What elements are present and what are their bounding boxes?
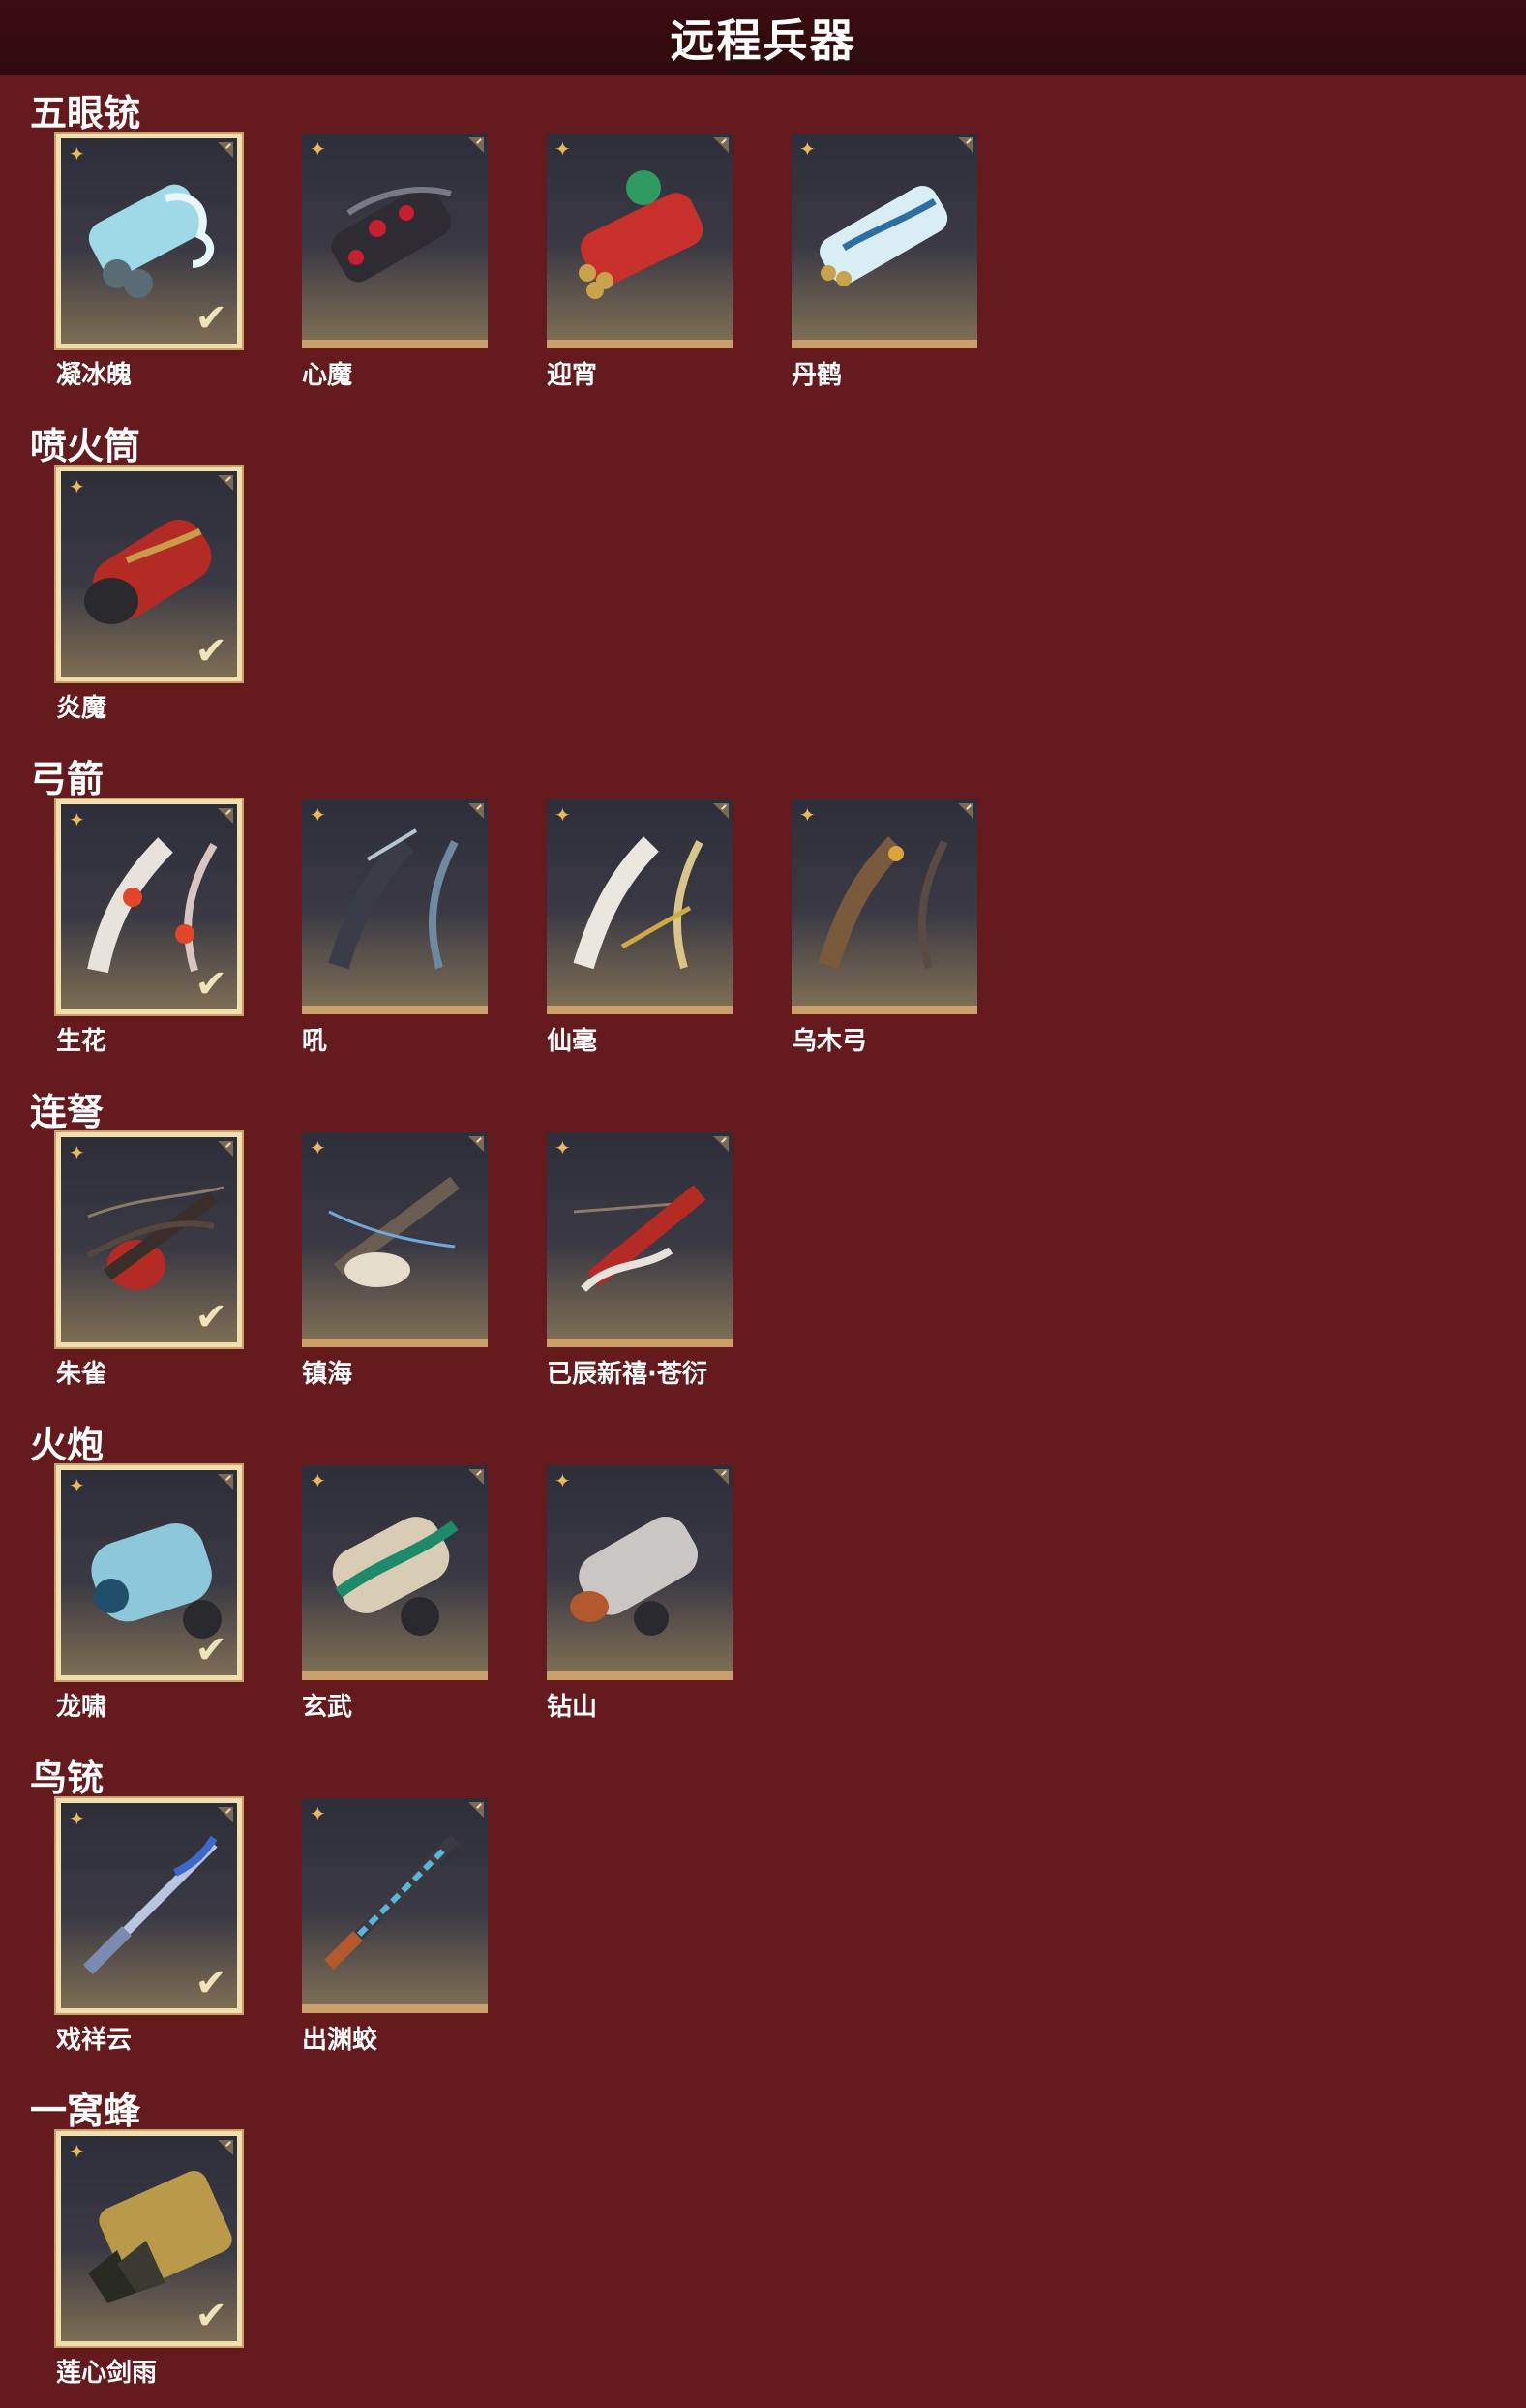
weapon-card-yanmo[interactable]: ✦ ✔	[56, 467, 242, 681]
section-five-eye-gun: 五眼铳 ✦ ✔ 凝冰魄 ✦ 心魔 ✦ 迎宵 ✦ 丹鹤	[0, 0, 1526, 390]
section-flamethrower: 喷火筒 ✦ ✔ 炎魔	[0, 333, 1526, 723]
corner-tab-icon	[468, 137, 484, 153]
weapon-art	[818, 836, 948, 970]
weapon-card-zhuque[interactable]: ✦ ✔	[56, 1132, 242, 1347]
corner-tab-icon	[218, 475, 233, 491]
weapon-card-sichen-xinxi[interactable]: ✦	[547, 1132, 733, 1347]
weapon-card-ningbingpo[interactable]: ✦ ✔	[56, 134, 242, 348]
checkmark-icon: ✔	[194, 1961, 227, 2005]
weapon-art	[324, 1834, 460, 1970]
section-musket: 鸟铳 ✦ ✔ 戏祥云 ✦ 出渊蛟	[0, 1665, 1526, 2055]
weapon-art	[820, 185, 948, 286]
corner-tab-icon	[218, 1474, 233, 1490]
corner-tab-icon	[218, 142, 233, 158]
corner-tab-icon	[218, 1807, 233, 1822]
weapon-card-yingxiao[interactable]: ✦	[547, 134, 733, 348]
weapon-card-hou[interactable]: ✦	[302, 799, 488, 1014]
weapon-card-lianxin-jianyu[interactable]: ✦ ✔	[56, 2131, 242, 2346]
section-title: 连弩	[30, 1091, 105, 1133]
weapon-art	[570, 1516, 699, 1636]
checkmark-icon: ✔	[194, 1628, 227, 1672]
weapon-art	[579, 170, 703, 299]
corner-tab-icon	[218, 1141, 233, 1157]
checkmark-icon: ✔	[194, 1295, 227, 1339]
checkmark-icon: ✔	[194, 962, 227, 1007]
weapon-card-shenghua[interactable]: ✦ ✔	[56, 799, 242, 1014]
section-repeating-crossbow: 连弩 ✦ ✔ 朱雀 ✦ 镇海 ✦ 已辰新禧·苍衍	[0, 999, 1526, 1389]
weapon-art	[573, 836, 703, 970]
corner-tab-icon	[713, 1136, 729, 1152]
section-bow: 弓箭 ✦ ✔ 生花 ✦ 吼 ✦ 仙毫 ✦ 乌木弓	[0, 666, 1526, 1056]
weapon-card-wumugong[interactable]: ✦	[792, 799, 977, 1014]
corner-tab-icon	[218, 2140, 233, 2155]
weapon-art	[332, 1517, 459, 1636]
weapon-card-zuanshan[interactable]: ✦	[547, 1465, 733, 1680]
section-title: 五眼铳	[30, 92, 141, 135]
weapon-card-xianhao[interactable]: ✦	[547, 799, 733, 1014]
section-title: 一窝蜂	[30, 2090, 141, 2132]
corner-tab-icon	[713, 1469, 729, 1485]
corner-tab-icon	[958, 803, 973, 819]
weapon-art	[328, 1176, 460, 1287]
weapon-card-chuyuanjiao[interactable]: ✦	[302, 1798, 488, 2013]
section-title: 鸟铳	[30, 1757, 105, 1799]
corner-tab-icon	[468, 1802, 484, 1818]
checkmark-icon: ✔	[194, 2294, 227, 2338]
corner-tab-icon	[218, 808, 233, 824]
weapon-art	[331, 186, 452, 283]
weapon-card-longxiao[interactable]: ✦ ✔	[56, 1465, 242, 1680]
weapon-card-zhenhai[interactable]: ✦	[302, 1132, 488, 1347]
section-title: 喷火筒	[30, 425, 141, 467]
corner-tab-icon	[468, 1469, 484, 1485]
checkmark-icon: ✔	[194, 629, 227, 674]
weapon-art	[328, 828, 459, 970]
corner-tab-icon	[958, 137, 973, 153]
corner-tab-icon	[713, 137, 729, 153]
checkmark-icon: ✔	[194, 296, 227, 341]
section-cannon: 火炮 ✦ ✔ 龙啸 ✦ 玄武 ✦ 钻山	[0, 1332, 1526, 1722]
weapon-card-xinmo[interactable]: ✦	[302, 134, 488, 348]
section-rocket-hive: 一窝蜂 ✦ ✔ 莲心剑雨	[0, 1998, 1526, 2388]
weapon-label: 莲心剑雨	[56, 2359, 158, 2388]
corner-tab-icon	[468, 1136, 484, 1152]
weapon-card-danhe[interactable]: ✦	[792, 134, 977, 348]
weapon-card-xuanwu[interactable]: ✦	[302, 1465, 488, 1680]
weapon-art	[573, 1185, 706, 1292]
corner-tab-icon	[713, 803, 729, 819]
section-title: 弓箭	[30, 758, 105, 800]
weapon-card-xixiangyun[interactable]: ✦ ✔	[56, 1798, 242, 2013]
corner-tab-icon	[468, 803, 484, 819]
section-title: 火炮	[30, 1424, 105, 1466]
